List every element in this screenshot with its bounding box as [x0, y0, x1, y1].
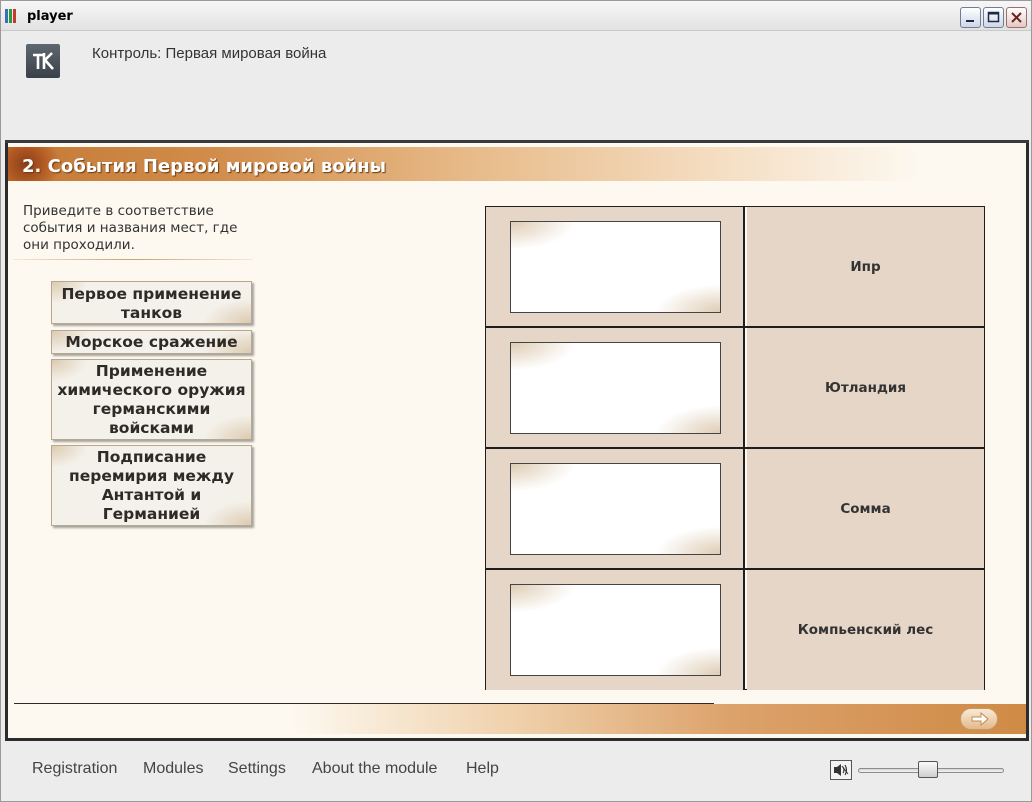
- minimize-icon: [966, 20, 974, 22]
- drop-cell: [486, 328, 745, 447]
- close-button[interactable]: [1006, 7, 1027, 28]
- drop-zone-4[interactable]: [510, 584, 721, 676]
- drop-zone-3[interactable]: [510, 463, 721, 555]
- place-label-compiegne: Компьенский лес: [747, 570, 984, 690]
- match-row: Компьенский лес: [486, 570, 984, 690]
- place-label-somme: Сомма: [747, 449, 984, 568]
- module-title: Контроль: Первая мировая война: [92, 45, 327, 62]
- event-label: Подписание перемирия между Антантой и Ге…: [69, 448, 234, 523]
- event-label: Морское сражение: [65, 333, 238, 351]
- drop-cell: [486, 207, 745, 326]
- drop-zone-ornament: [650, 645, 720, 675]
- player-window: player Контроль: Первая мировая война 2.…: [0, 0, 1032, 802]
- menu-help[interactable]: Help: [466, 760, 499, 778]
- menu-registration[interactable]: Registration: [32, 760, 117, 778]
- drop-zone-ornament: [511, 343, 581, 373]
- mute-button[interactable]: [830, 760, 852, 780]
- next-button[interactable]: [960, 708, 998, 730]
- k-logo-icon: [26, 44, 60, 78]
- event-tile-armistice[interactable]: Подписание перемирия между Антантой и Ге…: [51, 445, 252, 526]
- k-logo-glyph: [33, 52, 54, 70]
- maximize-button[interactable]: [983, 7, 1004, 28]
- event-label: Применение химического оружия германским…: [57, 362, 246, 437]
- bottom-banner: [288, 704, 1026, 734]
- place-label-ypres: Ипр: [747, 207, 984, 326]
- drop-zone-ornament: [511, 222, 581, 252]
- menu-modules[interactable]: Modules: [143, 760, 203, 778]
- module-header: Контроль: Первая мировая война: [2, 32, 1030, 140]
- minimize-button[interactable]: [960, 7, 981, 28]
- menu-settings[interactable]: Settings: [228, 760, 286, 778]
- drop-zone-ornament: [511, 464, 581, 494]
- drop-cell: [486, 570, 745, 690]
- section-banner: 2. События Первой мировой войны: [8, 147, 1026, 181]
- volume-slider-thumb[interactable]: [918, 761, 939, 778]
- instruction-divider: [13, 259, 253, 260]
- event-tile-chemical-weapons[interactable]: Применение химического оружия германским…: [51, 359, 252, 440]
- drop-zone-2[interactable]: [510, 342, 721, 434]
- match-row: Сомма: [486, 449, 984, 570]
- event-tile-tanks[interactable]: Первое применение танков: [51, 281, 252, 324]
- place-label-jutland: Ютландия: [747, 328, 984, 447]
- match-row: Ютландия: [486, 328, 984, 449]
- event-tile-naval-battle[interactable]: Морское сражение: [51, 330, 252, 354]
- drop-zone-1[interactable]: [510, 221, 721, 313]
- speaker-icon: [834, 764, 849, 776]
- footer-bar: Registration Modules Settings About the …: [2, 746, 1030, 800]
- drop-zone-ornament: [650, 524, 720, 554]
- arrow-right-icon: [971, 712, 989, 726]
- exercise-area: 2. События Первой мировой войны Приведит…: [5, 143, 1029, 741]
- matching-table: Ипр Ютландия Сомма Компьенский лес: [485, 206, 985, 690]
- match-row: Ипр: [486, 207, 984, 328]
- drop-zone-ornament: [650, 403, 720, 433]
- close-icon: [1011, 12, 1022, 23]
- drop-zone-ornament: [650, 282, 720, 312]
- drop-cell: [486, 449, 745, 568]
- app-icon: [5, 9, 21, 23]
- maximize-icon: [987, 11, 1000, 23]
- window-title: player: [27, 9, 73, 24]
- task-instruction: Приведите в соответствие события и назва…: [23, 203, 238, 253]
- title-bar[interactable]: player: [1, 1, 1031, 31]
- menu-about-module[interactable]: About the module: [312, 760, 437, 778]
- section-title: 2. События Первой мировой войны: [22, 156, 387, 177]
- drop-zone-ornament: [511, 585, 581, 615]
- event-label: Первое применение танков: [61, 285, 242, 322]
